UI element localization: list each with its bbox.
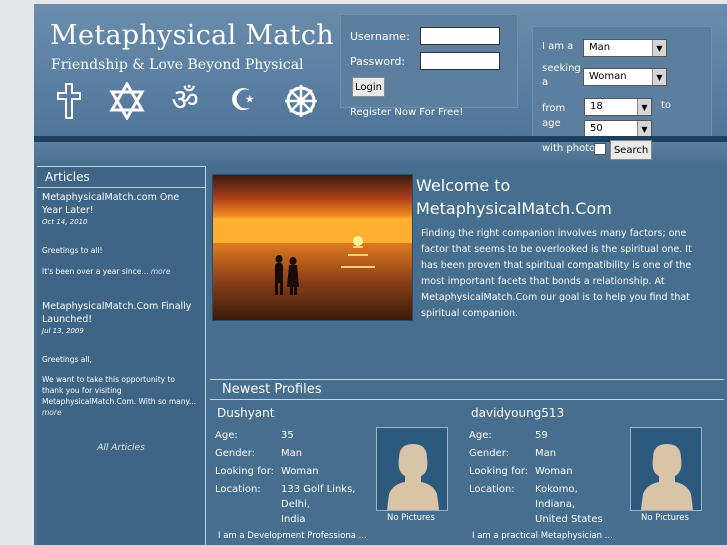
cross-icon <box>50 82 88 120</box>
sidebar-title: Articles <box>45 170 90 184</box>
profile-gender: Man <box>281 448 303 459</box>
article-item: MetaphysicalMatch.com One Year Later! Oc… <box>42 191 197 277</box>
seeking-select[interactable]: Woman ▼ <box>583 68 667 86</box>
welcome-heading: Welcome to MetaphysicalMatch.Com <box>416 174 646 220</box>
gender-label: Gender: <box>469 448 510 459</box>
article-excerpt: We want to take this opportunity to than… <box>42 374 197 418</box>
article-title[interactable]: MetaphysicalMatch.com One Year Later! <box>42 191 197 217</box>
site-title[interactable]: Metaphysical Match <box>50 20 334 51</box>
welcome-line-2: MetaphysicalMatch.Com <box>416 199 612 218</box>
with-photo-label: with photo <box>542 143 596 154</box>
article-title[interactable]: MetaphysicalMatch.Com Finally Launched! <box>42 300 197 326</box>
with-photo-checkbox[interactable] <box>594 143 606 155</box>
article-greeting: Greetings all, <box>42 355 92 364</box>
location-line: Kokomo, <box>535 484 578 495</box>
location-label: Location: <box>469 484 515 495</box>
seeking-label: seeking <box>542 63 581 74</box>
profile-location: Kokomo, Indiana, United States <box>535 482 603 527</box>
password-input[interactable] <box>420 52 500 70</box>
age-to-value: 50 <box>590 123 603 134</box>
profile-age: 35 <box>281 430 294 441</box>
age-from-select[interactable]: 18 ▼ <box>584 98 652 116</box>
profile-location: 133 Golf Links, Delhi, India <box>281 482 355 527</box>
all-articles-link[interactable]: All Articles <box>37 443 205 453</box>
profile-looking-for: Woman <box>281 466 319 477</box>
location-line: United States <box>535 514 603 525</box>
more-link[interactable]: more <box>42 408 62 417</box>
seeking-label-a: a <box>542 77 549 88</box>
i-am-label: I am a <box>542 41 574 52</box>
profile-age: 59 <box>535 430 548 441</box>
no-pictures-label: No Pictures <box>641 513 689 523</box>
age-from-value: 18 <box>590 101 603 112</box>
welcome-line-1: Welcome to <box>416 176 511 195</box>
article-excerpt-text: It's been over a year since... <box>42 267 149 276</box>
location-line: India <box>281 514 306 525</box>
profile-gender: Man <box>535 448 557 459</box>
seeking-select-value: Woman <box>589 71 627 82</box>
sunset-couple-image <box>212 174 413 321</box>
looking-for-label: Looking for: <box>215 466 275 477</box>
quick-search-panel: I am a Man ▼ seeking a Woman ▼ from age … <box>532 26 712 138</box>
to-label: to <box>661 100 672 111</box>
looking-for-label: Looking for: <box>469 466 529 477</box>
profile-description[interactable]: I am a Development Professiona ... <box>218 531 367 541</box>
star-of-david-icon <box>108 82 146 120</box>
article-date: Jul 13, 2009 <box>42 327 84 335</box>
password-label: Password: <box>350 55 406 68</box>
location-line: Delhi, <box>281 499 310 510</box>
profile-avatar[interactable] <box>630 427 702 511</box>
search-button[interactable]: Search <box>610 140 652 160</box>
login-panel: Username: Password: Login <box>340 14 518 108</box>
gender-select-value: Man <box>589 42 611 53</box>
location-line: 133 Golf Links, <box>281 484 356 495</box>
intro-text: Finding the right companion involves man… <box>421 228 692 319</box>
profile-name[interactable]: Dushyant <box>217 406 274 420</box>
username-input[interactable] <box>420 27 500 45</box>
article-excerpt-text: We want to take this opportunity to than… <box>42 375 197 406</box>
chevron-down-icon: ▼ <box>652 69 666 85</box>
location-label: Location: <box>215 484 261 495</box>
articles-sidebar: Articles MetaphysicalMatch.com One Year … <box>37 166 206 545</box>
dharma-wheel-icon <box>282 82 320 120</box>
page: Metaphysical Match Friendship & Love Bey… <box>34 4 727 545</box>
divider <box>210 379 724 380</box>
age-label: Age: <box>215 430 238 441</box>
header: Metaphysical Match Friendship & Love Bey… <box>34 4 727 138</box>
login-button[interactable]: Login <box>352 77 385 97</box>
divider <box>37 187 205 188</box>
age-label: Age: <box>469 430 492 441</box>
profile-looking-for: Woman <box>535 466 573 477</box>
from-label: from <box>542 103 566 114</box>
crescent-star-icon: ☪ <box>229 83 257 118</box>
site-tagline: Friendship & Love Beyond Physical <box>51 57 304 73</box>
no-pictures-label: No Pictures <box>387 513 435 523</box>
more-link[interactable]: more <box>151 267 171 276</box>
register-link[interactable]: Register Now For Free! <box>350 107 463 118</box>
gender-select[interactable]: Man ▼ <box>583 39 667 57</box>
location-line: Indiana, <box>535 499 576 510</box>
chevron-down-icon: ▼ <box>637 99 651 115</box>
religious-symbols: ॐ ☪ <box>50 82 320 120</box>
chevron-down-icon: ▼ <box>652 40 666 56</box>
article-item: MetaphysicalMatch.Com Finally Launched! … <box>42 300 197 418</box>
gender-label: Gender: <box>215 448 256 459</box>
om-icon: ॐ <box>171 83 199 118</box>
article-greeting: Greetings to all! <box>42 246 103 255</box>
chevron-down-icon: ▼ <box>637 121 651 137</box>
divider <box>210 399 724 400</box>
article-excerpt: It's been over a year since... more <box>42 266 197 277</box>
newest-profiles-title: Newest Profiles <box>222 382 322 397</box>
username-label: Username: <box>350 30 410 43</box>
profile-name[interactable]: davidyoung513 <box>471 406 564 420</box>
age-label: age <box>542 118 561 129</box>
article-date: Oct 14, 2010 <box>42 218 88 226</box>
profile-avatar[interactable] <box>376 427 448 511</box>
profile-description[interactable]: I am a practical Metaphysician ... <box>472 531 613 541</box>
